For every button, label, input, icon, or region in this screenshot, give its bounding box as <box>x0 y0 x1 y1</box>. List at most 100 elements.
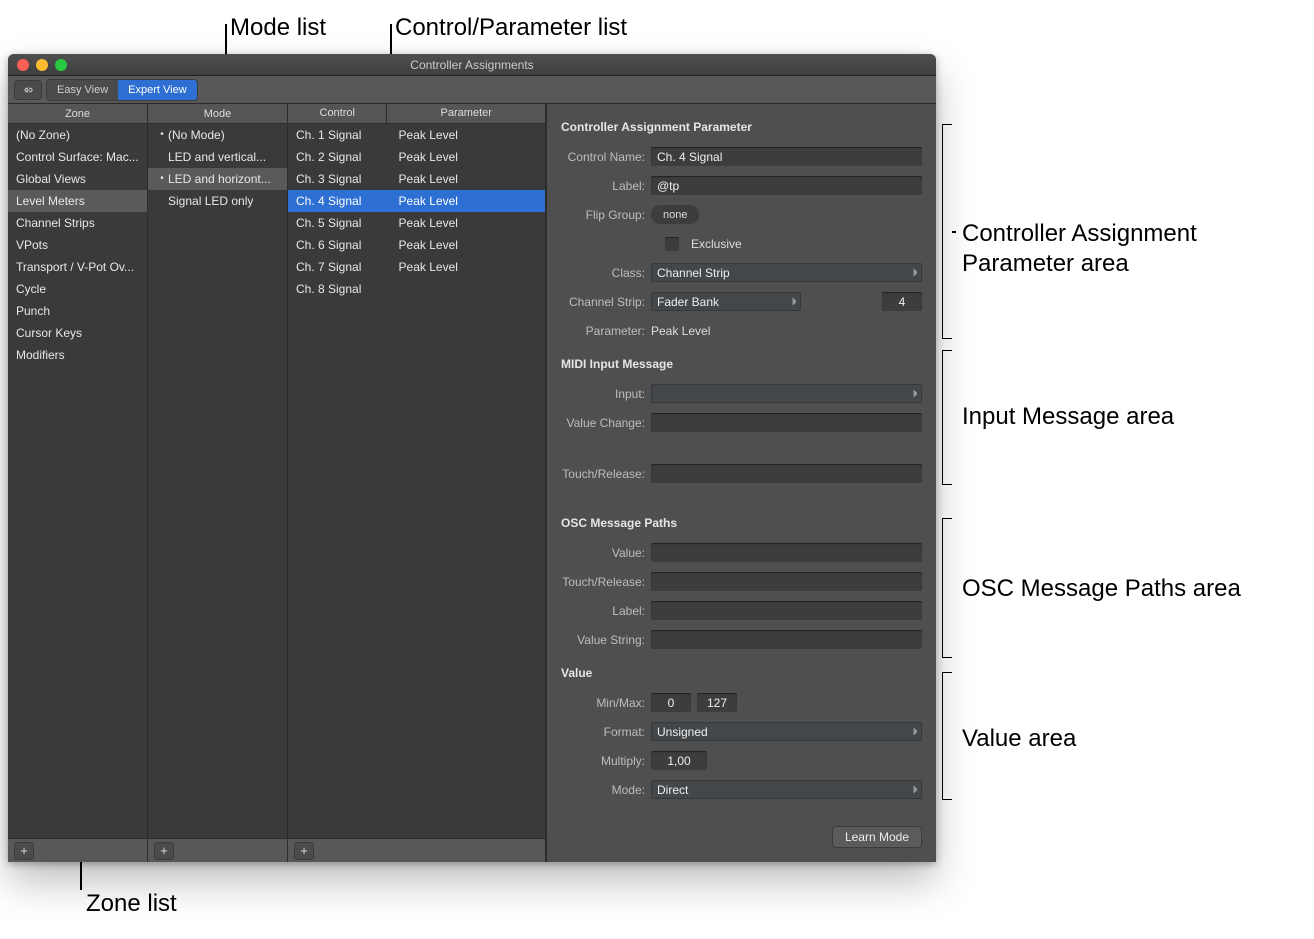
control-name-field[interactable]: Ch. 4 Signal <box>651 147 922 166</box>
toolbar: Easy View Expert View <box>8 76 936 104</box>
section-title-parameter: Controller Assignment Parameter <box>561 120 922 134</box>
easy-view-tab[interactable]: Easy View <box>47 80 118 100</box>
control-cell: Ch. 2 Signal <box>288 150 391 164</box>
view-segmented: Easy View Expert View <box>46 79 198 101</box>
zoom-icon[interactable] <box>55 59 67 71</box>
osc-touchrelease-field[interactable] <box>651 572 922 591</box>
zone-item[interactable]: Channel Strips <box>8 212 147 234</box>
add-controlparam-button[interactable]: + <box>294 842 314 860</box>
plus-icon: + <box>160 843 168 858</box>
parameter-cell: Peak Level <box>391 150 545 164</box>
touch-release-field[interactable] <box>651 464 922 483</box>
channel-strip-select[interactable]: Fader Bank <box>651 292 801 311</box>
class-select[interactable]: Channel Strip <box>651 263 922 282</box>
label-label: Label: <box>561 179 645 193</box>
osc-label-field[interactable] <box>651 601 922 620</box>
titlebar[interactable]: Controller Assignments <box>8 54 936 76</box>
controlparam-item[interactable]: Ch. 1 SignalPeak Level <box>288 124 545 146</box>
zone-item[interactable]: Global Views <box>8 168 147 190</box>
format-select[interactable]: Unsigned <box>651 722 922 741</box>
max-field[interactable]: 127 <box>697 693 737 712</box>
callout-input-area: Input Message area <box>962 403 1174 431</box>
bracket-value-area <box>942 672 952 800</box>
callout-mode-list: Mode list <box>230 14 326 42</box>
parameter-value: Peak Level <box>651 324 710 338</box>
controlparam-item[interactable]: Ch. 2 SignalPeak Level <box>288 146 545 168</box>
callout-zone-list: Zone list <box>86 890 177 918</box>
control-cell: Ch. 7 Signal <box>288 260 391 274</box>
multiply-label: Multiply: <box>561 754 645 768</box>
mode-item[interactable]: •(No Mode) <box>148 124 287 146</box>
exclusive-checkbox[interactable] <box>665 237 679 251</box>
mode-item[interactable]: LED and vertical... <box>148 146 287 168</box>
value-change-field[interactable] <box>651 413 922 432</box>
zone-list[interactable]: (No Zone)Control Surface: Mac...Global V… <box>8 124 147 838</box>
callout-param-area-1: Controller Assignment <box>962 220 1197 248</box>
close-icon[interactable] <box>17 59 29 71</box>
minimize-icon[interactable] <box>36 59 48 71</box>
control-name-label: Control Name: <box>561 150 645 164</box>
bracket-input-area <box>942 350 952 485</box>
section-title-midi: MIDI Input Message <box>561 357 922 371</box>
mode-list[interactable]: •(No Mode)LED and vertical...•LED and ho… <box>148 124 287 838</box>
add-zone-button[interactable]: + <box>14 842 34 860</box>
callout-param-area-2: Parameter area <box>962 250 1129 278</box>
mode-item[interactable]: Signal LED only <box>148 190 287 212</box>
controlparam-item[interactable]: Ch. 7 SignalPeak Level <box>288 256 545 278</box>
section-title-value: Value <box>561 666 922 680</box>
mode-panel: Mode •(No Mode)LED and vertical...•LED a… <box>148 104 288 862</box>
zone-item[interactable]: (No Zone) <box>8 124 147 146</box>
mode-item-label: (No Mode) <box>168 128 225 142</box>
controlparam-list[interactable]: Ch. 1 SignalPeak LevelCh. 2 SignalPeak L… <box>288 124 545 838</box>
zone-item[interactable]: VPots <box>8 234 147 256</box>
osc-valuestring-label: Value String: <box>561 633 645 647</box>
control-cell: Ch. 1 Signal <box>288 128 391 142</box>
multiply-field[interactable]: 1,00 <box>651 751 707 770</box>
zone-item[interactable]: Control Surface: Mac... <box>8 146 147 168</box>
control-header[interactable]: Control <box>288 104 387 124</box>
link-button[interactable] <box>14 80 42 100</box>
learn-mode-button[interactable]: Learn Mode <box>832 826 922 848</box>
controlparam-item[interactable]: Ch. 6 SignalPeak Level <box>288 234 545 256</box>
section-title-osc: OSC Message Paths <box>561 516 922 530</box>
parameter-cell: Peak Level <box>391 194 545 208</box>
parameter-cell: Peak Level <box>391 128 545 142</box>
link-icon <box>21 84 35 96</box>
mode-item-label: LED and vertical... <box>168 150 266 164</box>
parameter-cell: Peak Level <box>391 238 545 252</box>
osc-valuestring-field[interactable] <box>651 630 922 649</box>
label-field[interactable]: @tp <box>651 176 922 195</box>
mode-item[interactable]: •LED and horizont... <box>148 168 287 190</box>
controlparam-panel: Control Parameter Ch. 1 SignalPeak Level… <box>288 104 546 862</box>
add-mode-button[interactable]: + <box>154 842 174 860</box>
mode-header[interactable]: Mode <box>148 104 287 124</box>
controlparam-item[interactable]: Ch. 4 SignalPeak Level <box>288 190 545 212</box>
zone-item[interactable]: Punch <box>8 300 147 322</box>
class-label: Class: <box>561 266 645 280</box>
flip-group-label: Flip Group: <box>561 208 645 222</box>
controller-assignments-window: Controller Assignments Easy View Expert … <box>8 54 936 862</box>
zone-item[interactable]: Modifiers <box>8 344 147 366</box>
exclusive-label: Exclusive <box>691 237 742 251</box>
zone-item[interactable]: Cursor Keys <box>8 322 147 344</box>
controlparam-item[interactable]: Ch. 3 SignalPeak Level <box>288 168 545 190</box>
osc-touchrelease-label: Touch/Release: <box>561 575 645 589</box>
channel-strip-number[interactable]: 4 <box>882 292 922 311</box>
zone-item[interactable]: Cycle <box>8 278 147 300</box>
flip-group-value[interactable]: none <box>651 205 699 224</box>
parameter-cell: Peak Level <box>391 260 545 274</box>
parameter-header[interactable]: Parameter <box>387 104 545 124</box>
expert-view-tab[interactable]: Expert View <box>118 80 197 100</box>
min-field[interactable]: 0 <box>651 693 691 712</box>
bullet-icon: • <box>156 173 168 184</box>
mode-item-label: Signal LED only <box>168 194 253 208</box>
controlparam-item[interactable]: Ch. 5 SignalPeak Level <box>288 212 545 234</box>
zone-header[interactable]: Zone <box>8 104 147 124</box>
zone-item[interactable]: Level Meters <box>8 190 147 212</box>
value-mode-select[interactable]: Direct <box>651 780 922 799</box>
midi-input-select[interactable] <box>651 384 922 403</box>
controlparam-item[interactable]: Ch. 8 Signal <box>288 278 545 300</box>
osc-value-field[interactable] <box>651 543 922 562</box>
minmax-label: Min/Max: <box>561 696 645 710</box>
zone-item[interactable]: Transport / V-Pot Ov... <box>8 256 147 278</box>
